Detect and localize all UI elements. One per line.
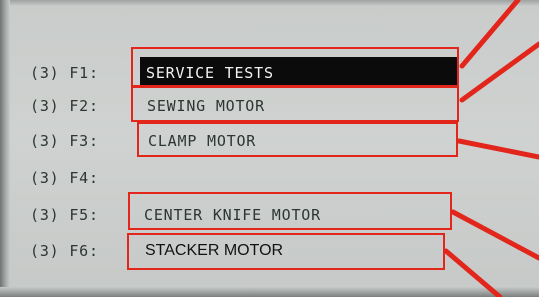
bezel-left (0, 0, 10, 297)
bezel-bottom (0, 287, 539, 297)
lcd-screen: (3) F1: SERVICE TESTS (3) F2: SEWING MOT… (0, 0, 539, 297)
bezel-top (0, 0, 539, 6)
function-key-label-f2: (3) F2: (30, 97, 99, 115)
function-key-label-f4: (3) F4: (30, 169, 99, 187)
annotation-box-f3 (137, 122, 458, 157)
callout-line-f3 (456, 138, 539, 160)
annotation-box-f6 (127, 233, 445, 270)
annotation-box-f5 (128, 192, 452, 230)
callout-line-f5 (450, 209, 539, 261)
annotation-box-f2 (131, 86, 459, 122)
function-key-label-f1: (3) F1: (30, 64, 99, 82)
annotation-box-f1 (131, 47, 459, 87)
function-key-label-f6: (3) F6: (30, 242, 99, 260)
function-key-label-f3: (3) F3: (30, 132, 99, 150)
callout-line-f2 (459, 41, 539, 103)
function-key-label-f5: (3) F5: (30, 206, 99, 224)
callout-line-f1 (459, 0, 521, 69)
